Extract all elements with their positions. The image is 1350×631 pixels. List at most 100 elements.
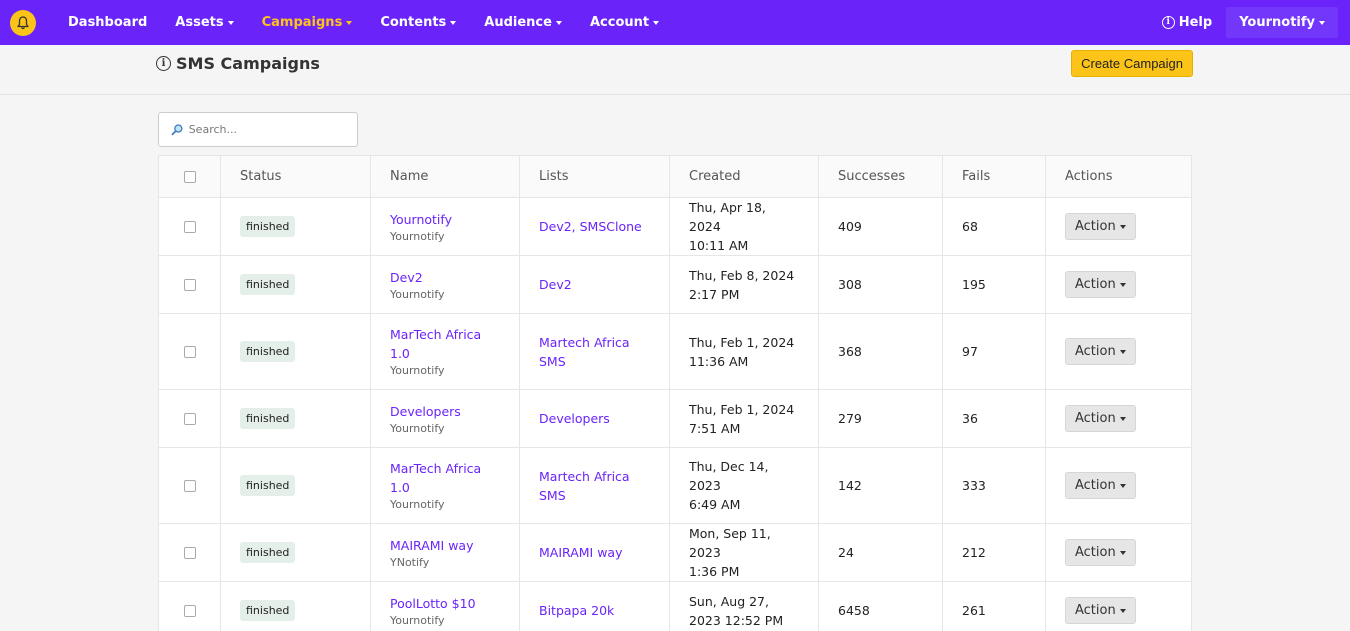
list-link[interactable]: Developers <box>539 411 610 426</box>
column-header[interactable]: Fails <box>942 155 1046 198</box>
campaign-name-link[interactable]: MarTech Africa 1.0 <box>390 459 500 497</box>
campaign-owner: Yournotify <box>390 498 445 511</box>
bell-logo-icon[interactable] <box>10 9 36 36</box>
action-dropdown-button[interactable]: Action <box>1065 539 1136 566</box>
campaign-name-link[interactable]: MarTech Africa 1.0 <box>390 325 500 363</box>
action-label: Action <box>1075 603 1116 618</box>
actions-cell: Action <box>1045 255 1192 314</box>
created-time: 2023 12:52 PM <box>689 612 784 628</box>
nav-audience[interactable]: Audience <box>484 15 562 30</box>
campaign-owner: Yournotify <box>390 287 445 301</box>
caret-down-icon <box>346 21 353 25</box>
name-cell: PoolLotto $10 Yournotify <box>370 581 520 631</box>
main-content: Status Name Lists Created Successes Fail… <box>0 95 1350 631</box>
row-checkbox[interactable] <box>183 412 196 425</box>
table-row: finished MarTech Africa 1.0 Yournotify Ma… <box>158 447 1192 524</box>
campaign-name-link[interactable]: Developers <box>390 402 500 421</box>
caret-down-icon <box>1119 417 1126 421</box>
created-cell: Thu, Dec 14, 2023 6:49 AM <box>669 447 819 524</box>
caret-down-icon <box>1119 225 1126 229</box>
info-icon[interactable]: i <box>156 56 171 71</box>
campaign-name-link[interactable]: Yournotify <box>390 210 500 229</box>
status-cell: finished <box>220 197 371 256</box>
table-row: finished Yournotify Yournotify Dev2, SMSC… <box>158 197 1192 256</box>
row-checkbox[interactable] <box>183 604 196 617</box>
list-link[interactable]: Bitpapa 20k <box>539 603 614 618</box>
action-dropdown-button[interactable]: Action <box>1065 405 1136 432</box>
list-link[interactable]: Martech Africa SMS <box>539 335 630 369</box>
campaign-name-link[interactable]: PoolLotto $10 <box>390 594 500 613</box>
created-time: 2:17 PM <box>689 286 740 302</box>
create-campaign-button[interactable]: Create Campaign <box>1071 50 1193 77</box>
nav-label: Account <box>589 15 650 30</box>
nav-campaigns[interactable]: Campaigns <box>262 15 353 30</box>
user-menu[interactable]: Yournotify <box>1226 7 1338 38</box>
name-cell: Yournotify Yournotify <box>370 197 520 256</box>
nav-contents[interactable]: Contents <box>380 15 457 30</box>
status-badge: finished <box>240 341 296 362</box>
list-link[interactable]: Martech Africa SMS <box>539 469 630 503</box>
action-label: Action <box>1075 344 1116 359</box>
action-label: Action <box>1075 478 1116 493</box>
column-header[interactable]: Status <box>220 155 371 198</box>
search-box[interactable] <box>158 112 358 147</box>
user-label: Yournotify <box>1239 15 1315 30</box>
created-cell: Mon, Sep 11, 2023 1:36 PM <box>669 523 819 582</box>
lists-cell: Dev2, SMSClone <box>519 197 670 256</box>
action-dropdown-button[interactable]: Action <box>1065 213 1136 240</box>
list-link[interactable]: MAIRAMI way <box>539 545 622 560</box>
row-checkbox[interactable] <box>183 479 196 492</box>
nav-label: Dashboard <box>68 15 148 30</box>
checkbox-cell <box>158 447 221 524</box>
list-link[interactable]: Dev2, SMSClone <box>539 219 642 234</box>
nav-label: Assets <box>175 15 224 30</box>
nav-dashboard[interactable]: Dashboard <box>68 15 147 30</box>
campaign-name-link[interactable]: MAIRAMI way <box>390 536 500 555</box>
column-header[interactable]: Name <box>370 155 520 198</box>
row-checkbox[interactable] <box>183 220 196 233</box>
nav-assets[interactable]: Assets <box>175 15 234 30</box>
fails-cell: 68 <box>942 197 1046 256</box>
status-badge: finished <box>240 216 296 237</box>
lists-cell: Developers <box>519 389 670 448</box>
status-cell: finished <box>220 447 371 524</box>
action-dropdown-button[interactable]: Action <box>1065 338 1136 365</box>
actions-cell: Action <box>1045 313 1192 390</box>
lists-cell: Dev2 <box>519 255 670 314</box>
column-header[interactable]: Created <box>669 155 819 198</box>
list-link[interactable]: Dev2 <box>539 277 572 292</box>
action-label: Action <box>1075 545 1116 560</box>
status-badge: finished <box>240 408 296 429</box>
successes-cell: 308 <box>818 255 943 314</box>
checkbox-cell <box>158 523 221 582</box>
page-header: i SMS Campaigns Create Campaign <box>0 45 1350 95</box>
fails-cell: 36 <box>942 389 1046 448</box>
help-link[interactable]: i Help <box>1161 15 1212 30</box>
action-label: Action <box>1075 219 1116 234</box>
actions-cell: Action <box>1045 523 1192 582</box>
nav-account[interactable]: Account <box>589 15 660 30</box>
row-checkbox[interactable] <box>183 278 196 291</box>
campaign-name-link[interactable]: Dev2 <box>390 268 500 287</box>
status-badge: finished <box>240 542 296 563</box>
successes-cell: 279 <box>818 389 943 448</box>
select-all-cell <box>158 155 221 198</box>
action-dropdown-button[interactable]: Action <box>1065 597 1136 624</box>
row-checkbox[interactable] <box>183 546 196 559</box>
fails-cell: 212 <box>942 523 1046 582</box>
status-badge: finished <box>240 274 296 295</box>
checkbox-cell <box>158 197 221 256</box>
status-badge: finished <box>240 600 296 621</box>
column-header[interactable]: Successes <box>818 155 943 198</box>
campaign-owner: Yournotify <box>390 364 445 377</box>
select-all-checkbox[interactable] <box>183 170 196 183</box>
action-dropdown-button[interactable]: Action <box>1065 271 1136 298</box>
table-row: finished MAIRAMI way YNotify MAIRAMI way … <box>158 523 1192 582</box>
table-row: finished MarTech Africa 1.0 Yournotify Ma… <box>158 313 1192 390</box>
checkbox-cell <box>158 581 221 631</box>
column-header[interactable]: Lists <box>519 155 670 198</box>
row-checkbox[interactable] <box>183 345 196 358</box>
successes-cell: 409 <box>818 197 943 256</box>
action-dropdown-button[interactable]: Action <box>1065 472 1136 499</box>
search-input[interactable] <box>188 123 345 136</box>
